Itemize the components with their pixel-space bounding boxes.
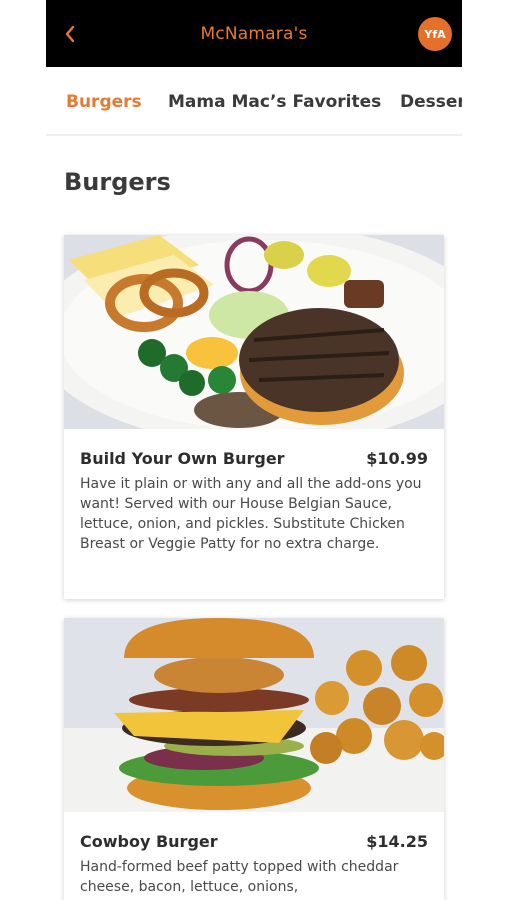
tab-mama-macs-favorites[interactable]: Mama Mac’s Favorites — [168, 91, 381, 113]
tab-desserts[interactable]: Desser — [400, 91, 462, 113]
item-price: $14.25 — [366, 832, 428, 851]
item-price: $10.99 — [366, 449, 428, 468]
category-tabs: Burgers Mama Mac’s Favorites Desser — [46, 67, 462, 136]
user-avatar[interactable]: YfA — [418, 17, 452, 51]
item-name: Build Your Own Burger — [80, 449, 285, 468]
item-description: Have it plain or with any and all the ad… — [80, 476, 422, 552]
tab-burgers[interactable]: Burgers — [66, 91, 142, 113]
top-bar: McNamara's YfA — [46, 0, 462, 67]
burger-photo — [64, 618, 444, 812]
restaurant-title: McNamara's — [200, 24, 308, 44]
app-screen: McNamara's YfA Burgers Mama Mac’s Favori… — [46, 0, 462, 900]
item-name: Cowboy Burger — [80, 832, 218, 851]
section-title: Burgers — [64, 168, 171, 196]
burger-photo — [64, 235, 444, 429]
menu-item-card[interactable]: Build Your Own Burger $10.99 Have it pla… — [64, 235, 444, 599]
menu-item-card[interactable]: Cowboy Burger $14.25 Hand-formed beef pa… — [64, 618, 444, 900]
item-description: Hand-formed beef patty topped with chedd… — [80, 859, 399, 895]
